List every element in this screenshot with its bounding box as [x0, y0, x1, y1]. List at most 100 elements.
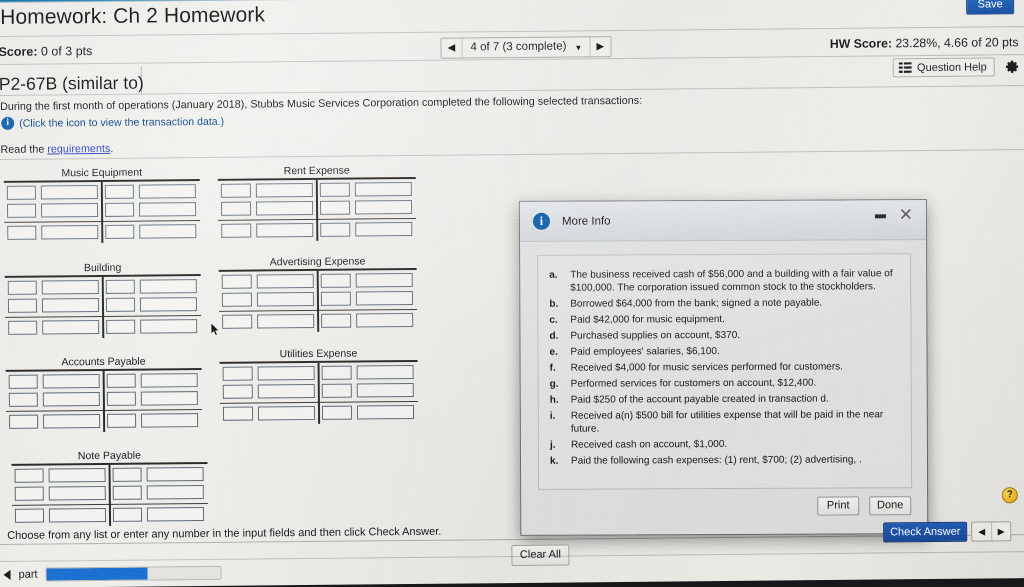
entry-amount-input[interactable] [141, 413, 199, 428]
entry-amount-input[interactable] [255, 222, 314, 238]
question-navigator[interactable]: ◀ 4 of 7 (3 complete) ▼ ▶ [440, 36, 612, 59]
entry-ref-input[interactable] [105, 224, 135, 239]
entry-amount-input[interactable] [356, 404, 415, 420]
check-answer-button[interactable]: Check Answer [883, 521, 968, 543]
entry-ref-input[interactable] [321, 383, 352, 398]
entry-ref-input[interactable] [9, 414, 39, 429]
entry-ref-input[interactable] [14, 486, 45, 501]
entry-ref-input[interactable] [14, 508, 45, 523]
entry-ref-input[interactable] [320, 273, 351, 288]
entry-ref-input[interactable] [221, 292, 252, 307]
entry-ref-input[interactable] [222, 314, 252, 329]
info-icon[interactable]: i [1, 116, 15, 130]
next-question-icon[interactable]: ▶ [589, 37, 611, 57]
entry-amount-input[interactable] [43, 391, 101, 407]
entry-ref-input[interactable] [222, 384, 253, 399]
entry-amount-input[interactable] [147, 507, 205, 522]
requirements-link[interactable]: requirements [47, 143, 110, 156]
entry-amount-input[interactable] [255, 182, 314, 198]
entry-amount-input[interactable] [139, 224, 197, 239]
entry-ref-input[interactable] [319, 200, 350, 215]
entry-amount-input[interactable] [49, 485, 107, 501]
entry-ref-input[interactable] [106, 319, 136, 334]
entry-ref-input[interactable] [105, 279, 136, 294]
entry-ref-input[interactable] [104, 202, 135, 217]
help-icon[interactable]: ? [1001, 487, 1018, 504]
print-button[interactable]: Print [817, 496, 860, 516]
entry-amount-input[interactable] [255, 200, 314, 216]
entry-ref-input[interactable] [112, 485, 143, 500]
entry-amount-input[interactable] [140, 297, 198, 312]
entry-ref-input[interactable] [8, 392, 39, 407]
entry-amount-input[interactable] [42, 280, 100, 295]
entry-ref-input[interactable] [319, 182, 350, 197]
entry-ref-input[interactable] [220, 183, 251, 198]
entry-ref-input[interactable] [222, 366, 253, 381]
entry-amount-input[interactable] [354, 181, 413, 197]
entry-ref-input[interactable] [106, 373, 137, 388]
entry-amount-input[interactable] [146, 467, 205, 482]
entry-ref-input[interactable] [112, 467, 143, 482]
close-icon[interactable]: ✕ [899, 205, 913, 224]
question-help-button[interactable]: Question Help [892, 57, 995, 78]
entry-amount-input[interactable] [141, 373, 199, 388]
entry-amount-input[interactable] [355, 272, 414, 288]
chevron-down-icon[interactable]: ▼ [574, 37, 589, 56]
entry-amount-input[interactable] [140, 319, 198, 334]
entry-amount-input[interactable] [49, 507, 107, 523]
entry-ref-input[interactable] [321, 313, 351, 328]
save-button[interactable]: Save [966, 0, 1015, 15]
entry-amount-input[interactable] [43, 373, 101, 389]
collapse-caret-icon[interactable] [3, 569, 11, 580]
done-button[interactable]: Done [869, 496, 912, 516]
entry-ref-input[interactable] [321, 405, 352, 420]
minimize-icon[interactable] [874, 214, 886, 219]
entry-amount-input[interactable] [354, 221, 413, 237]
transaction-data-label[interactable]: (Click the icon to view the transaction … [19, 115, 224, 129]
entry-amount-input[interactable] [356, 364, 415, 380]
entry-amount-input[interactable] [147, 485, 205, 500]
entry-amount-input[interactable] [257, 405, 316, 421]
entry-amount-input[interactable] [256, 313, 315, 329]
entry-amount-input[interactable] [48, 467, 107, 483]
entry-amount-input[interactable] [42, 298, 100, 313]
entry-ref-input[interactable] [8, 320, 38, 335]
gear-icon[interactable] [1003, 58, 1020, 75]
entry-ref-input[interactable] [7, 298, 38, 313]
entry-ref-input[interactable] [222, 406, 253, 421]
entry-ref-input[interactable] [14, 468, 45, 483]
entry-ref-input[interactable] [104, 184, 135, 199]
entry-ref-input[interactable] [105, 297, 136, 312]
entry-amount-input[interactable] [140, 279, 198, 294]
entry-ref-input[interactable] [106, 391, 137, 406]
entry-ref-input[interactable] [221, 274, 252, 289]
entry-ref-input[interactable] [107, 413, 137, 428]
entry-amount-input[interactable] [43, 413, 101, 429]
entry-amount-input[interactable] [356, 382, 415, 398]
entry-amount-input[interactable] [42, 320, 100, 335]
entry-ref-input[interactable] [112, 507, 143, 522]
entry-amount-input[interactable] [41, 225, 99, 240]
prev-question-icon[interactable]: ◀ [441, 38, 463, 58]
entry-amount-input[interactable] [139, 202, 197, 217]
footer-next-icon[interactable]: ▶ [991, 522, 1011, 541]
entry-amount-input[interactable] [257, 383, 316, 399]
entry-amount-input[interactable] [256, 273, 315, 289]
entry-ref-input[interactable] [7, 225, 37, 240]
entry-ref-input[interactable] [8, 374, 39, 389]
entry-ref-input[interactable] [321, 365, 352, 380]
entry-amount-input[interactable] [355, 312, 414, 328]
footer-prev-icon[interactable]: ◀ [972, 522, 991, 540]
more-info-dialog[interactable]: i More Info ✕ a. The business received ca… [518, 199, 929, 536]
entry-amount-input[interactable] [355, 290, 414, 306]
entry-amount-input[interactable] [257, 365, 316, 381]
entry-ref-input[interactable] [320, 222, 351, 237]
entry-amount-input[interactable] [41, 203, 99, 218]
entry-amount-input[interactable] [354, 199, 413, 215]
entry-ref-input[interactable] [221, 223, 252, 238]
footer-page-nav[interactable]: ◀ ▶ [971, 521, 1012, 542]
entry-ref-input[interactable] [6, 203, 37, 218]
entry-amount-input[interactable] [41, 185, 99, 200]
entry-ref-input[interactable] [7, 280, 38, 295]
entry-amount-input[interactable] [256, 291, 315, 307]
